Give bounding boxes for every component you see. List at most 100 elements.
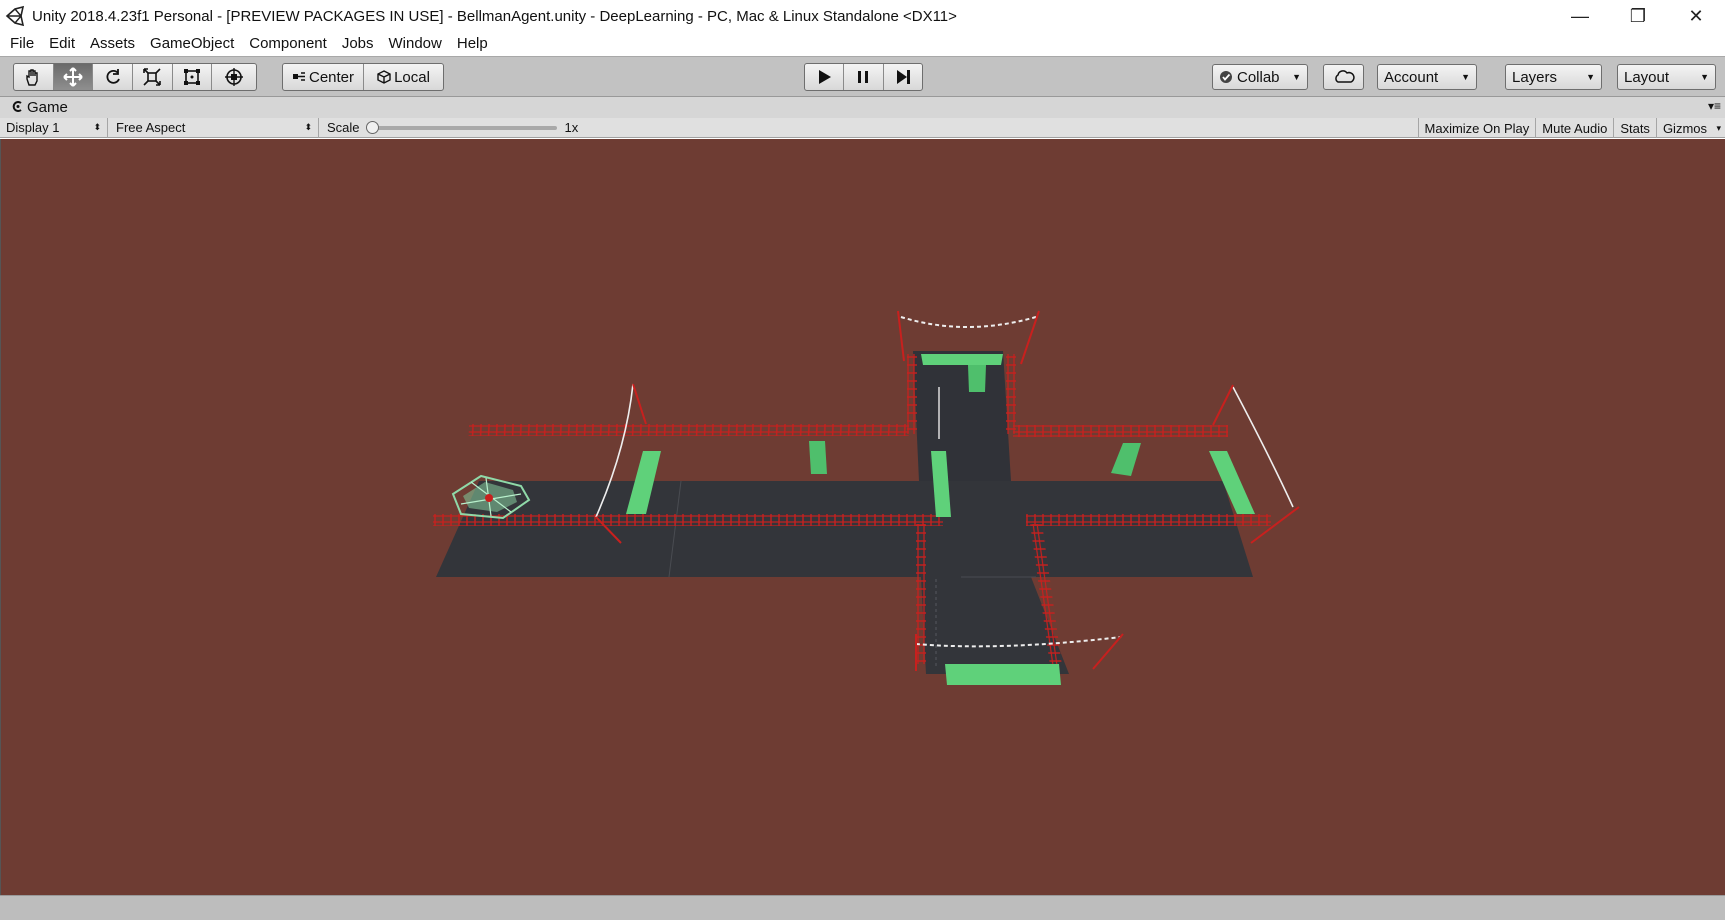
tab-menu-icon[interactable]: ▾≡ xyxy=(1708,99,1721,113)
fence-south-left xyxy=(916,524,926,664)
goal-north xyxy=(921,354,1003,365)
gate-post xyxy=(632,383,647,425)
caret-down-icon: ▼ xyxy=(1586,72,1595,82)
rect-transform-icon xyxy=(184,69,201,85)
pause-icon xyxy=(858,71,869,83)
aspect-dropdown[interactable]: Free Aspect ⬍ xyxy=(108,117,319,138)
status-bar xyxy=(0,895,1725,920)
menu-window[interactable]: Window xyxy=(389,35,450,52)
main-toolbar: Center Local Collab ▼ Account ▼ Layers ▼ xyxy=(0,56,1725,96)
gizmos-label: Gizmos xyxy=(1662,120,1707,136)
play-button[interactable] xyxy=(805,64,845,90)
game-view-tab[interactable]: Game ▾≡ xyxy=(0,96,1725,118)
account-dropdown[interactable]: Account ▼ xyxy=(1377,64,1477,90)
step-icon xyxy=(896,70,910,84)
title-bar: Unity 2018.4.23f1 Personal - [PREVIEW PA… xyxy=(0,0,1725,32)
gate-post xyxy=(1212,384,1234,426)
updown-arrows-icon: ⬍ xyxy=(93,122,101,132)
stats-toggle[interactable]: Stats xyxy=(1613,118,1656,138)
transform-tool-button[interactable] xyxy=(212,64,256,90)
check-circle-icon xyxy=(1220,71,1232,83)
game-view-toolbar: Display 1 ⬍ Free Aspect ⬍ Scale 1x Maxim… xyxy=(0,117,1725,138)
scale-tool-button[interactable] xyxy=(133,64,173,90)
cloud-button[interactable] xyxy=(1323,64,1364,90)
transform-tools xyxy=(13,63,257,91)
pivot-local-label: Local xyxy=(394,68,430,86)
corridor-floor-horizontal xyxy=(436,481,1253,577)
pillar-west-center xyxy=(809,441,827,474)
scale-slider-thumb[interactable] xyxy=(365,120,379,134)
caret-down-icon: ▾ xyxy=(1716,122,1721,133)
game-controller-icon xyxy=(12,100,23,115)
caret-down-icon: ▼ xyxy=(1700,72,1709,82)
fence-east-bottom xyxy=(1026,514,1271,526)
pillar-north xyxy=(968,365,986,392)
caret-down-icon: ▼ xyxy=(1292,72,1301,82)
pivot-center-button[interactable]: Center xyxy=(283,64,364,90)
menu-jobs[interactable]: Jobs xyxy=(342,35,382,52)
fence-east-top xyxy=(1013,425,1228,437)
game-view-toggles: Maximize On Play Mute Audio Stats Gizmos… xyxy=(1417,118,1725,138)
menu-assets[interactable]: Assets xyxy=(90,35,143,52)
game-viewport[interactable] xyxy=(0,139,1725,895)
fence-north-left xyxy=(907,354,917,434)
aspect-label: Free Aspect xyxy=(116,120,186,135)
rope-barrier-north xyxy=(900,316,1037,328)
layout-dropdown[interactable]: Layout ▼ xyxy=(1617,64,1716,90)
goal-south xyxy=(945,664,1061,685)
restore-button[interactable]: ❐ xyxy=(1609,0,1667,32)
display-label: Display 1 xyxy=(6,120,60,135)
scale-slider[interactable] xyxy=(365,120,557,134)
window-controls: — ❐ ✕ xyxy=(1551,0,1725,32)
account-label: Account xyxy=(1384,68,1439,86)
game-tab-label: Game xyxy=(27,99,68,116)
corridor-floor-north xyxy=(913,351,1011,481)
menu-gameobject[interactable]: GameObject xyxy=(150,35,242,52)
pivot-center-icon xyxy=(292,72,305,81)
game-scene xyxy=(433,310,1300,685)
rotate-tool-button[interactable] xyxy=(93,64,134,90)
layers-label: Layers xyxy=(1512,68,1558,86)
caret-down-icon: ▼ xyxy=(1461,72,1470,82)
fence-north-right xyxy=(1006,354,1016,434)
collab-dropdown[interactable]: Collab ▼ xyxy=(1212,64,1308,90)
maximize-on-play-toggle[interactable]: Maximize On Play xyxy=(1417,118,1536,138)
playback-controls xyxy=(804,63,923,91)
display-dropdown[interactable]: Display 1 ⬍ xyxy=(0,117,108,138)
menu-edit[interactable]: Edit xyxy=(49,35,83,52)
minimize-button[interactable]: — xyxy=(1551,0,1609,32)
close-button[interactable]: ✕ xyxy=(1667,0,1725,32)
updown-arrows-icon: ⬍ xyxy=(304,122,312,132)
window-title: Unity 2018.4.23f1 Personal - [PREVIEW PA… xyxy=(32,7,957,25)
scale-value: 1x xyxy=(564,120,579,135)
menu-help[interactable]: Help xyxy=(457,35,496,52)
hand-tool-button[interactable] xyxy=(14,64,54,90)
rotate-icon xyxy=(106,69,120,84)
pivot-toggles: Center Local xyxy=(282,63,444,91)
menu-file[interactable]: File xyxy=(10,35,42,52)
scale-icon xyxy=(143,68,162,86)
fence-west-top xyxy=(468,424,910,436)
gizmos-toggle[interactable]: Gizmos ▾ xyxy=(1655,118,1725,138)
step-button[interactable] xyxy=(884,64,922,90)
layout-label: Layout xyxy=(1624,68,1670,86)
pause-button[interactable] xyxy=(844,64,884,90)
fence-west-bottom xyxy=(433,514,943,526)
local-cube-icon xyxy=(377,70,391,84)
pivot-center-label: Center xyxy=(308,68,355,86)
layers-dropdown[interactable]: Layers ▼ xyxy=(1505,64,1602,90)
play-icon xyxy=(819,70,832,84)
scale-label: Scale xyxy=(327,120,360,135)
combined-transform-icon xyxy=(225,68,244,86)
move-tool-button[interactable] xyxy=(53,64,94,90)
menu-bar: File Edit Assets GameObject Component Jo… xyxy=(0,30,1725,56)
gate-post xyxy=(1020,310,1040,365)
pivot-local-button[interactable]: Local xyxy=(364,64,443,90)
mute-audio-toggle[interactable]: Mute Audio xyxy=(1535,118,1613,138)
menu-component[interactable]: Component xyxy=(249,35,335,52)
hand-icon xyxy=(26,69,39,86)
rect-tool-button[interactable] xyxy=(173,64,213,90)
unity-logo-icon xyxy=(5,5,25,27)
scale-control: Scale 1x xyxy=(319,118,578,138)
cloud-icon xyxy=(1334,70,1355,83)
